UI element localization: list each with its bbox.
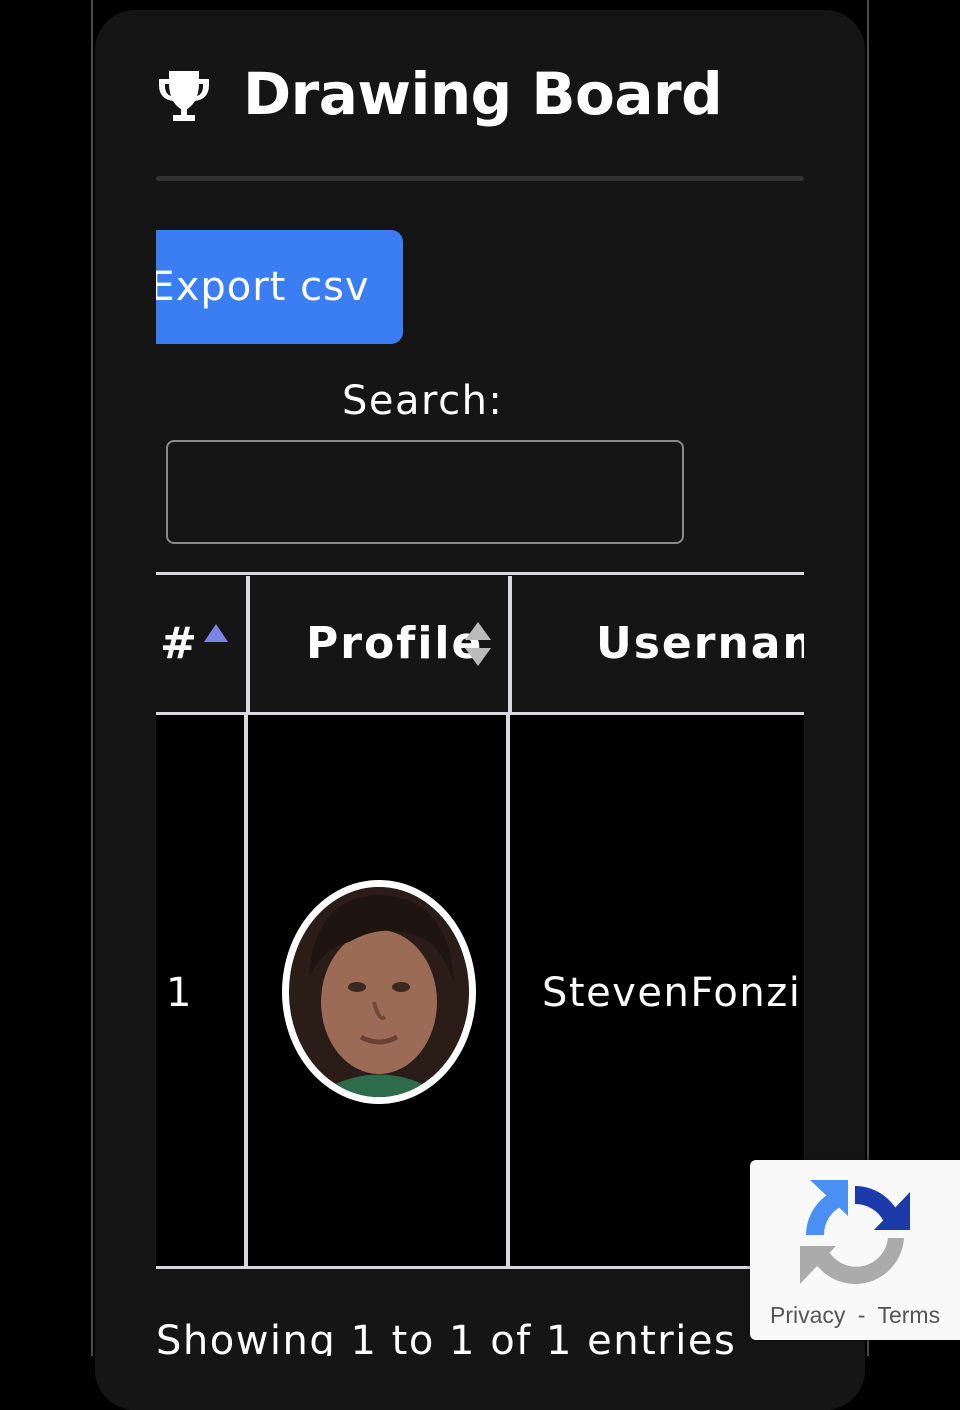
cell-username: StevenFonzi (542, 970, 802, 1016)
terms-link[interactable]: Terms (877, 1302, 940, 1328)
cell-rank: 1 (166, 970, 193, 1016)
avatar (282, 880, 476, 1104)
column-header-username[interactable]: Username (596, 618, 804, 669)
column-header-profile[interactable]: Profile (306, 618, 483, 669)
table-info: Showing 1 to 1 of 1 entries (156, 1318, 737, 1356)
table-top-border (156, 572, 804, 575)
search-label: Search: (342, 378, 504, 424)
sort-both-icon[interactable] (463, 620, 493, 668)
column-header-rank-label: # (160, 618, 199, 669)
link-separator: - (857, 1302, 866, 1328)
recaptcha-links: Privacy - Terms (770, 1302, 940, 1329)
recaptcha-badge[interactable]: Privacy - Terms (750, 1160, 960, 1340)
sort-asc-icon[interactable] (202, 622, 230, 644)
column-header-profile-label: Profile (306, 618, 484, 669)
column-header-username-label: Username (596, 618, 804, 669)
privacy-link[interactable]: Privacy (770, 1302, 845, 1328)
avatar-image (289, 887, 469, 1097)
frame-border-left (91, 0, 93, 1356)
table-bottom-border (156, 1266, 804, 1269)
search-input[interactable] (166, 440, 684, 544)
content-area: Export csv Search: # Profile Username 1 (156, 0, 804, 1356)
recaptcha-icon (800, 1180, 910, 1285)
column-header-rank[interactable]: # (160, 618, 199, 669)
frame-border-right (867, 0, 869, 1356)
column-divider (244, 715, 248, 1268)
column-divider (506, 715, 510, 1268)
export-csv-button[interactable]: Export csv (156, 230, 403, 344)
column-divider (508, 576, 512, 712)
column-divider (246, 576, 250, 712)
